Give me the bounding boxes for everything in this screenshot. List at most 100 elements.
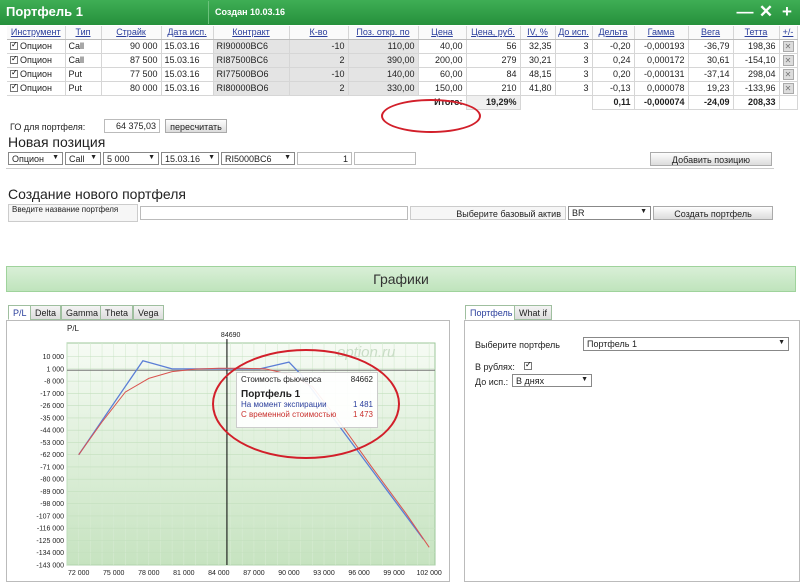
price-input[interactable]: [354, 152, 416, 165]
total-theta: 208,33: [733, 95, 780, 110]
y-tick-label: -89 000: [40, 489, 64, 496]
col-header-plus-minus[interactable]: +/-: [779, 26, 798, 40]
cell-strike: 87 500: [101, 53, 162, 68]
strike-select[interactable]: 5 000 ▼: [103, 152, 159, 165]
cell-open-price[interactable]: 390,00: [348, 53, 419, 68]
y-tick-label: -80 000: [40, 477, 64, 484]
cell-type: Put: [65, 81, 102, 96]
col-header-price[interactable]: Цена: [418, 26, 467, 40]
chevron-down-icon: ▼: [148, 154, 155, 161]
x-tick-label: 102 000: [417, 570, 442, 577]
col-header-vega[interactable]: Вега: [688, 26, 734, 40]
row-checkbox[interactable]: [10, 82, 18, 92]
positions-table: Инструмент Тип Страйк Дата исп. Контракт…: [7, 26, 798, 110]
y-tick-label: -53 000: [40, 440, 64, 447]
col-header-price-rub[interactable]: Цена, руб.: [466, 26, 521, 40]
cell-open-price[interactable]: 140,00: [348, 67, 419, 82]
col-header-days[interactable]: До исп.: [555, 26, 593, 40]
x-tick-label: 75 000: [103, 570, 125, 577]
until-expiry-select[interactable]: В днях ▼: [512, 374, 592, 387]
tab-gamma[interactable]: Gamma: [61, 305, 104, 320]
cell-contract: RI80000BO6: [213, 81, 290, 96]
instrument-select[interactable]: Опцион ▼: [8, 152, 63, 165]
cell-iv: 48,15: [520, 67, 556, 82]
new-position-heading: Новая позиция: [8, 134, 106, 150]
until-expiry-label: До исп.:: [475, 377, 509, 387]
cell-delta: -0,20: [592, 39, 635, 54]
cell-instrument[interactable]: Опцион: [7, 81, 66, 96]
cell-price-rub: 279: [466, 53, 521, 68]
delete-row-icon[interactable]: ✕: [782, 82, 794, 94]
cell-quantity[interactable]: 2: [289, 53, 349, 68]
cell-type: Put: [65, 67, 102, 82]
col-header-type[interactable]: Тип: [65, 26, 102, 40]
delete-row-icon[interactable]: ✕: [782, 54, 794, 66]
col-header-exp-date[interactable]: Дата исп.: [161, 26, 214, 40]
quantity-input[interactable]: 1: [297, 152, 352, 165]
tab-portfolio[interactable]: Портфель: [465, 305, 518, 320]
cell-contract: RI90000BC6: [213, 39, 290, 54]
col-header-strike[interactable]: Страйк: [101, 26, 162, 40]
add-icon[interactable]: +: [777, 1, 797, 23]
tab-pl[interactable]: P/L: [8, 305, 32, 320]
row-checkbox[interactable]: [10, 40, 18, 50]
cell-instrument[interactable]: Опцион: [7, 53, 66, 68]
col-header-open-price[interactable]: Поз. откр. по: [348, 26, 419, 40]
cell-iv: 32,35: [520, 39, 556, 54]
close-icon[interactable]: ✕: [756, 1, 776, 23]
cell-theta: 198,36: [733, 39, 780, 54]
tab-theta[interactable]: Theta: [100, 305, 134, 320]
total-vega: -24,09: [688, 95, 734, 110]
cell-date: 15.03.16: [161, 67, 214, 82]
y-tick-label: -107 000: [36, 513, 64, 520]
cell-gamma: -0,000131: [634, 67, 689, 82]
cell-instrument[interactable]: Опцион: [7, 39, 66, 54]
base-asset-select[interactable]: BR ▼: [568, 206, 651, 220]
col-header-instrument[interactable]: Инструмент: [7, 26, 66, 40]
portfolio-select[interactable]: Портфель 1 ▼: [583, 337, 789, 351]
minimize-icon[interactable]: —: [735, 1, 755, 23]
cell-delete: ✕: [779, 39, 798, 54]
cell-days: 3: [555, 53, 593, 68]
total-gamma: -0,000074: [634, 95, 689, 110]
cell-price-rub: 210: [466, 81, 521, 96]
row-checkbox[interactable]: [10, 54, 18, 64]
cell-quantity[interactable]: -10: [289, 67, 349, 82]
delete-row-icon[interactable]: ✕: [782, 68, 794, 80]
in-rubles-checkbox[interactable]: [524, 360, 532, 370]
col-header-contract[interactable]: Контракт: [213, 26, 290, 40]
cell-delta: -0,13: [592, 81, 635, 96]
tab-vega[interactable]: Vega: [133, 305, 164, 320]
portfolio-name-input[interactable]: [140, 206, 408, 220]
row-checkbox[interactable]: [10, 68, 18, 78]
col-header-quantity[interactable]: К-во: [289, 26, 349, 40]
portfolio-name-label: Введите название портфеля: [8, 204, 138, 222]
cell-quantity[interactable]: -10: [289, 39, 349, 54]
chevron-down-icon: ▼: [778, 339, 785, 346]
cell-open-price[interactable]: 110,00: [348, 39, 419, 54]
window-titlebar: Портфель 1 Создан 10.03.16 — ✕ +: [0, 0, 800, 25]
cell-vega: -37,14: [688, 67, 734, 82]
col-header-iv[interactable]: IV, %: [520, 26, 556, 40]
col-header-delta[interactable]: Дельта: [592, 26, 635, 40]
date-select[interactable]: 15.03.16 ▼: [161, 152, 219, 165]
cell-quantity[interactable]: 2: [289, 81, 349, 96]
cell-instrument[interactable]: Опцион: [7, 67, 66, 82]
y-tick-label: -116 000: [37, 526, 64, 533]
type-select[interactable]: Call ▼: [65, 152, 101, 165]
recalculate-button[interactable]: пересчитать: [165, 119, 227, 133]
contract-select[interactable]: RI5000BC6 ▼: [221, 152, 295, 165]
col-header-theta[interactable]: Тетта: [733, 26, 780, 40]
chevron-down-icon: ▼: [52, 154, 59, 161]
tab-delta[interactable]: Delta: [30, 305, 62, 320]
cell-open-price[interactable]: 330,00: [348, 81, 419, 96]
delete-row-icon[interactable]: ✕: [782, 40, 794, 52]
create-portfolio-button[interactable]: Создать портфель: [653, 206, 773, 220]
cell-date: 15.03.16: [161, 53, 214, 68]
chevron-down-icon: ▼: [640, 208, 647, 215]
add-position-button[interactable]: Добавить позицию: [650, 152, 772, 166]
base-asset-label: Выберите базовый актив: [410, 206, 566, 220]
tab-what-if[interactable]: What if: [514, 305, 553, 320]
y-tick-label: 10 000: [43, 354, 65, 361]
col-header-gamma[interactable]: Гамма: [634, 26, 689, 40]
